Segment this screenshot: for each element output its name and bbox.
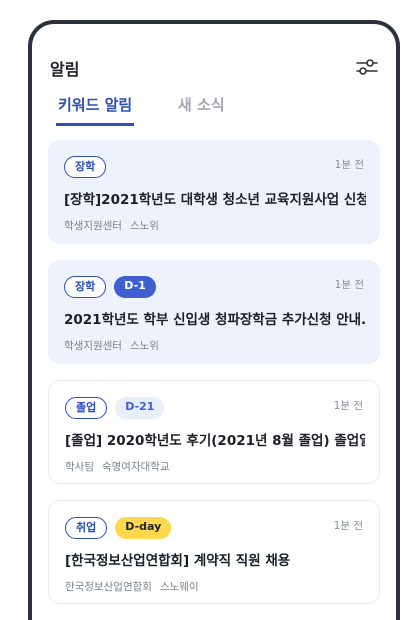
page-title: 알림 (50, 60, 80, 79)
source-label: 스노위 (129, 340, 159, 352)
notification-meta: 학생지원센터 스노위 (64, 338, 159, 353)
department-label: 학사팀 (65, 461, 94, 473)
notification-meta: 한국정보산업연합회 스노웨이 (65, 579, 199, 594)
department-label: 학생지원센터 (64, 220, 122, 232)
source-label: 스노위 (129, 220, 159, 232)
tab-bar: 키워드 알림 새 소식 (50, 94, 378, 130)
dday-badge: D-1 (114, 276, 156, 298)
notification-title: [졸업] 2020학년도 후기(2021년 8월 졸업) 졸업일정... (65, 433, 365, 449)
notification-card[interactable]: 장학 1분 전 [장학]2021학년도 대학생 청소년 교육지원사업 신청...… (48, 140, 380, 244)
category-badge: 장학 (64, 156, 107, 178)
header: 알림 (50, 56, 378, 80)
department-label: 한국정보산업연합회 (65, 581, 152, 593)
badge-group: 장학 (64, 156, 107, 178)
filter-button[interactable] (354, 54, 380, 80)
notification-card[interactable]: 장학 D-1 1분 전 2021학년도 학부 신입생 청파장학금 추가신청 안내… (48, 260, 380, 364)
dday-badge: D-21 (115, 397, 165, 419)
notification-title: [장학]2021학년도 대학생 청소년 교육지원사업 신청... (64, 192, 366, 208)
source-label: 숙명여자대학교 (101, 461, 170, 473)
source-label: 스노웨이 (159, 581, 199, 593)
timestamp: 1분 전 (333, 400, 363, 412)
department-label: 학생지원센터 (64, 340, 122, 352)
tab-keyword-alerts[interactable]: 키워드 알림 (56, 94, 135, 126)
notification-card[interactable]: 졸업 D-21 1분 전 [졸업] 2020학년도 후기(2021년 8월 졸업… (48, 380, 380, 484)
badge-group: 장학 D-1 (64, 276, 156, 298)
dday-badge: D-day (115, 517, 172, 539)
notification-title: 2021학년도 학부 신입생 청파장학금 추가신청 안내... (64, 312, 366, 328)
category-badge: 취업 (65, 517, 108, 539)
badge-group: 취업 D-day (65, 517, 172, 539)
category-badge: 졸업 (65, 397, 108, 419)
notification-card[interactable]: 취업 D-day 1분 전 [한국정보산업연합회] 계약직 직원 채용 한국정보… (48, 500, 380, 604)
timestamp: 1분 전 (334, 279, 364, 291)
sliders-icon (356, 59, 378, 75)
badge-group: 졸업 D-21 (65, 397, 165, 419)
timestamp: 1분 전 (333, 520, 363, 532)
phone-frame: 알림 키워드 알림 새 소식 장학 1분 전 [장학]2021학년도 대학생 청… (28, 20, 400, 620)
notification-title: [한국정보산업연합회] 계약직 직원 채용 (65, 553, 291, 569)
tab-news[interactable]: 새 소식 (178, 94, 225, 115)
notification-meta: 학사팀 숙명여자대학교 (65, 459, 170, 474)
category-badge: 장학 (64, 276, 107, 298)
timestamp: 1분 전 (334, 159, 364, 171)
notification-meta: 학생지원센터 스노위 (64, 218, 159, 233)
